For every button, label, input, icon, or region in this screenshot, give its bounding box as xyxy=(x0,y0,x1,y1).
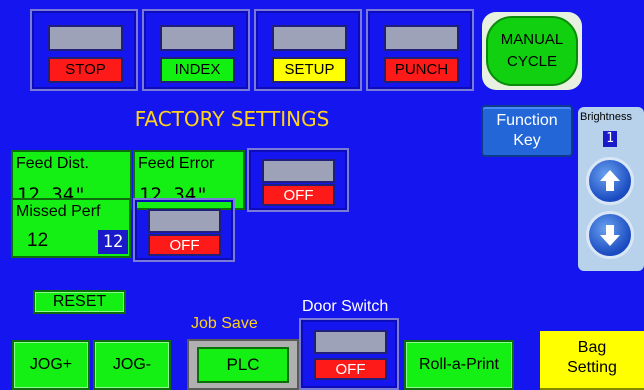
bag-setting-line2: Setting xyxy=(567,359,617,376)
stop-label: STOP xyxy=(48,57,123,83)
manual-cycle-line2: CYCLE xyxy=(506,53,558,70)
arrow-down-icon xyxy=(600,225,620,246)
manual-cycle-button[interactable]: MANUAL CYCLE xyxy=(482,12,582,90)
brightness-panel: Brightness 1 xyxy=(578,107,644,271)
feed-toggle-state: OFF xyxy=(262,184,335,206)
missed-perf-toggle-button[interactable]: OFF xyxy=(133,198,235,262)
index-button[interactable]: INDEX xyxy=(142,9,250,91)
arrow-up-icon xyxy=(600,170,620,191)
brightness-value: 1 xyxy=(603,131,617,147)
stop-button[interactable]: STOP xyxy=(30,9,138,91)
job-save-label: Job Save xyxy=(191,315,258,332)
missed-perf-toggle-state: OFF xyxy=(148,234,221,256)
missed-perf-limit[interactable]: 12 xyxy=(98,230,128,254)
bag-setting-line1: Bag xyxy=(577,339,607,356)
missed-perf-value: 12 xyxy=(27,230,49,251)
door-switch-lamp xyxy=(314,330,387,354)
function-key-button[interactable]: Function Key xyxy=(481,105,573,157)
punch-button[interactable]: PUNCH xyxy=(366,9,474,91)
door-switch-label: Door Switch xyxy=(302,298,389,315)
brightness-label: Brightness xyxy=(580,111,632,123)
stop-indicator-lamp xyxy=(48,25,123,51)
page-title: FACTORY SETTINGS xyxy=(134,107,330,131)
reset-button[interactable]: RESET xyxy=(33,290,126,314)
plc-button[interactable]: PLC xyxy=(197,347,289,383)
punch-label: PUNCH xyxy=(384,57,459,83)
index-indicator-lamp xyxy=(160,25,235,51)
feed-toggle-lamp xyxy=(262,159,335,183)
missed-perf-field[interactable]: Missed Perf 12 12 xyxy=(11,198,131,258)
function-key-line2: Key xyxy=(513,132,541,149)
punch-indicator-lamp xyxy=(384,25,459,51)
brightness-down-button[interactable] xyxy=(586,211,634,259)
index-label: INDEX xyxy=(160,57,235,83)
missed-perf-toggle-lamp xyxy=(148,209,221,233)
jog-plus-button[interactable]: JOG+ xyxy=(12,340,90,390)
setup-button[interactable]: SETUP xyxy=(254,9,362,91)
setup-label: SETUP xyxy=(272,57,347,83)
function-key-line1: Function xyxy=(496,112,558,129)
missed-perf-label: Missed Perf xyxy=(16,203,101,220)
door-switch-toggle[interactable]: OFF xyxy=(299,318,399,390)
feed-error-label: Feed Error xyxy=(138,155,215,172)
brightness-up-button[interactable] xyxy=(586,157,634,205)
bag-setting-button[interactable]: Bag Setting xyxy=(540,331,644,390)
door-switch-state: OFF xyxy=(314,358,387,380)
feed-toggle-button[interactable]: OFF xyxy=(247,148,349,212)
manual-cycle-line1: MANUAL xyxy=(500,31,564,48)
roll-a-print-button[interactable]: Roll-a-Print xyxy=(404,340,514,390)
plc-frame: PLC xyxy=(187,339,299,390)
setup-indicator-lamp xyxy=(272,25,347,51)
feed-dist-label: Feed Dist. xyxy=(16,155,89,172)
jog-minus-button[interactable]: JOG- xyxy=(93,340,171,390)
